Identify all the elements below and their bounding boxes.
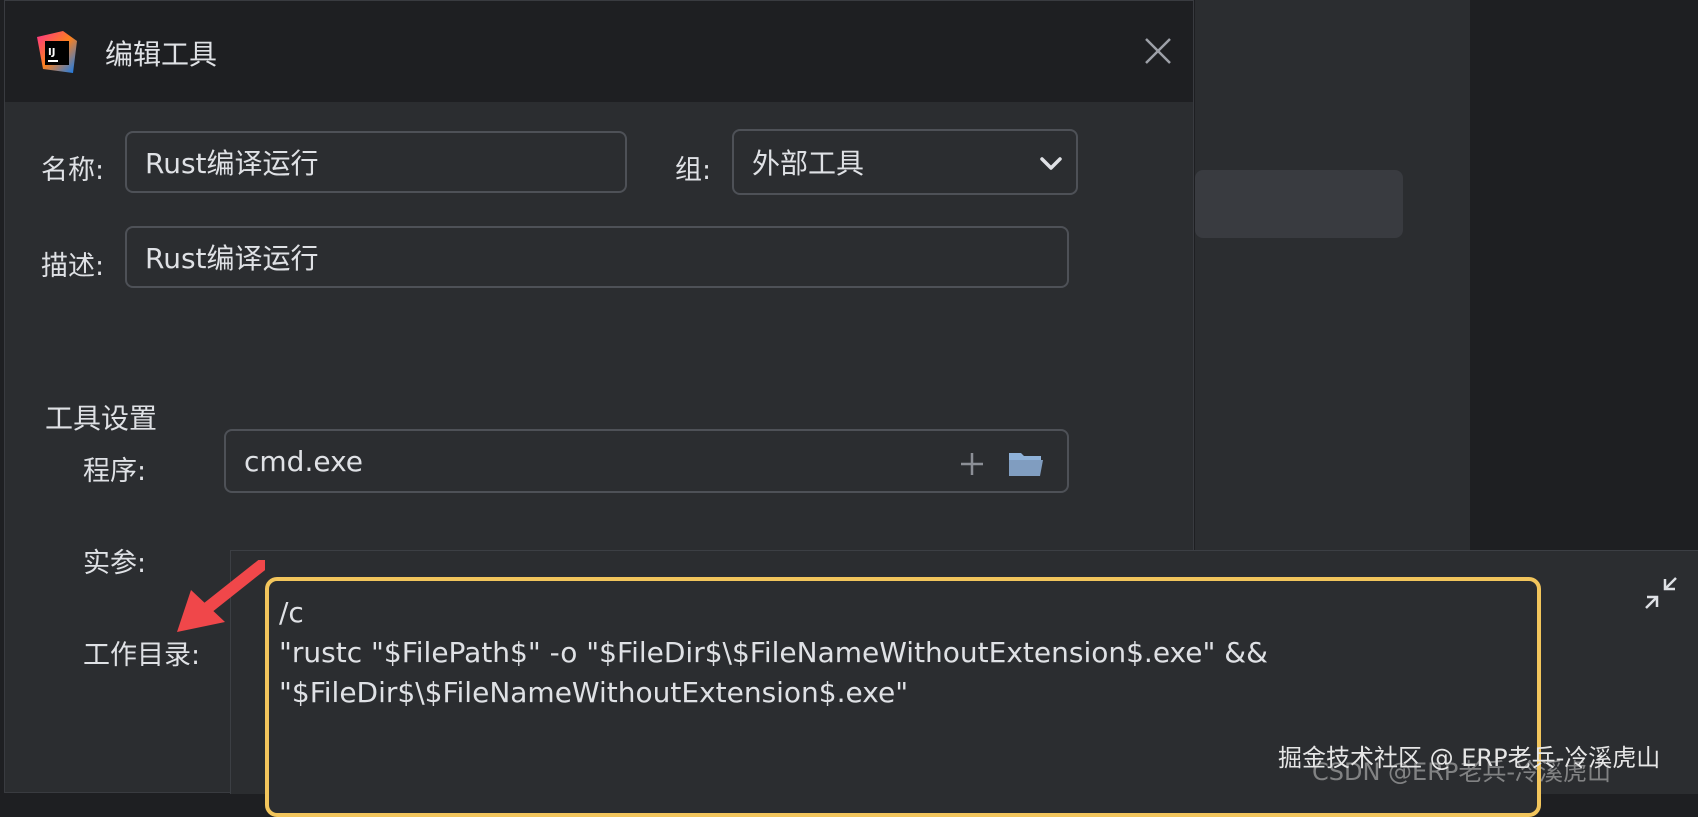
name-field[interactable] xyxy=(125,131,627,193)
svg-text:IJ: IJ xyxy=(48,47,55,58)
tool-settings-heading: 工具设置 xyxy=(45,402,158,435)
arguments-line[interactable]: "rustc "$FilePath$" -o "$FileDir$\$FileN… xyxy=(279,633,1527,673)
program-field[interactable] xyxy=(224,429,1069,493)
program-label: 程序: xyxy=(83,456,147,487)
plus-icon[interactable] xyxy=(957,449,987,479)
chevron-down-icon xyxy=(1040,157,1062,170)
description-label: 描述: xyxy=(41,251,105,282)
close-icon[interactable] xyxy=(1138,31,1178,71)
dialog-titlebar: IJ 编辑工具 xyxy=(5,1,1193,102)
description-input[interactable] xyxy=(145,240,1067,274)
group-selected-value: 外部工具 xyxy=(752,147,865,180)
group-select[interactable]: 外部工具 xyxy=(732,129,1078,195)
watermark-primary: 掘金技术社区 @ ERP老兵-冷溪虎山 xyxy=(1278,744,1661,772)
program-input[interactable] xyxy=(244,444,1067,478)
collapse-icon[interactable] xyxy=(1643,575,1679,611)
name-label: 名称: xyxy=(41,155,105,186)
group-label: 组: xyxy=(675,155,712,186)
arguments-label: 实参: xyxy=(83,548,147,579)
background-pill xyxy=(1195,170,1403,238)
arguments-line[interactable]: "$FileDir$\$FileNameWithoutExtension$.ex… xyxy=(279,673,1527,713)
folder-open-icon[interactable] xyxy=(1007,449,1045,479)
name-input[interactable] xyxy=(145,145,625,179)
dialog-title: 编辑工具 xyxy=(105,38,218,71)
description-field[interactable] xyxy=(125,226,1069,288)
arguments-line[interactable]: /c xyxy=(279,593,1527,633)
annotation-arrow-icon xyxy=(177,560,265,632)
intellij-logo-icon: IJ xyxy=(37,31,77,73)
